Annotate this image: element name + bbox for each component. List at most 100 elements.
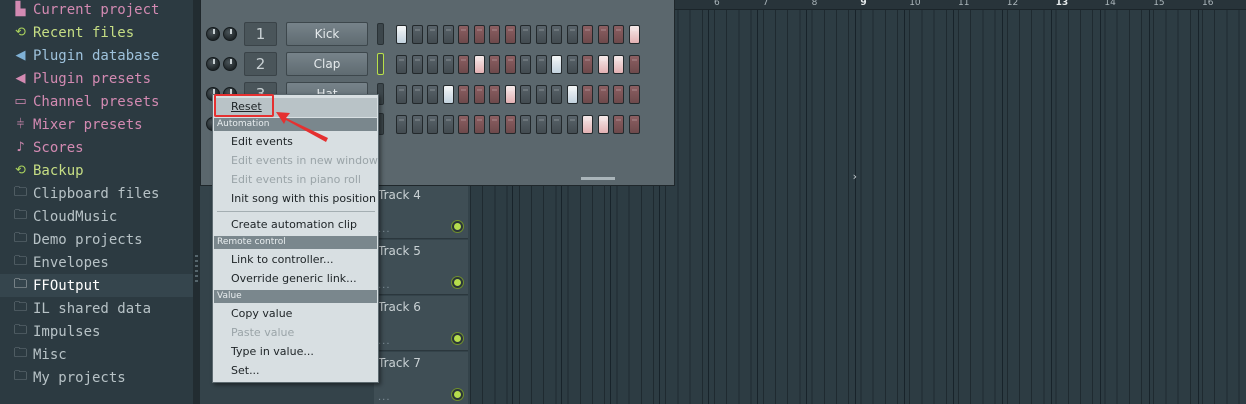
step-button[interactable] (613, 115, 624, 134)
step-button[interactable] (489, 25, 500, 44)
step-button[interactable] (489, 85, 500, 104)
step-button[interactable] (551, 85, 562, 104)
browser-item[interactable]: 🗀 Demo projects (0, 228, 193, 251)
playlist-timeline[interactable]: 6 7 8 9 10 11 12 13 14 15 16 (670, 0, 1246, 10)
browser-item[interactable]: ⟲ Recent files (0, 21, 193, 44)
step-button[interactable] (535, 25, 547, 44)
step-button[interactable] (613, 55, 624, 74)
volume-knob-icon[interactable] (223, 57, 237, 71)
menu-item-type-in-value[interactable]: Type in value... (231, 345, 314, 358)
step-button[interactable] (566, 115, 578, 134)
browser-item[interactable]: ♪ Scores (0, 136, 193, 159)
browser-item[interactable]: 🗀 IL shared data (0, 297, 193, 320)
menu-item-init-song[interactable]: Init song with this position (231, 192, 376, 205)
step-button[interactable] (504, 25, 516, 44)
step-button[interactable] (520, 25, 531, 44)
browser-item[interactable]: ▭ Channel presets (0, 90, 193, 113)
browser-item[interactable]: 🗀 Misc (0, 343, 193, 366)
track-grip[interactable]: ... (378, 336, 391, 347)
step-button[interactable] (597, 55, 609, 74)
panel-splitter[interactable] (193, 0, 200, 404)
step-button[interactable] (551, 25, 562, 44)
step-button[interactable] (628, 85, 640, 104)
step-button[interactable] (442, 55, 454, 74)
browser-item[interactable]: 🗀 CloudMusic (0, 205, 193, 228)
step-button[interactable] (504, 85, 516, 104)
step-button[interactable] (520, 85, 531, 104)
channel-button[interactable]: Kick (286, 22, 368, 46)
menu-item-set[interactable]: Set... (231, 364, 260, 377)
mixer-track-number[interactable]: 2 (244, 52, 277, 76)
step-button[interactable] (396, 115, 407, 134)
step-button[interactable] (473, 55, 485, 74)
splitter-grip[interactable] (195, 255, 198, 285)
channel-select-box[interactable] (377, 53, 384, 75)
step-button[interactable] (427, 25, 438, 44)
browser-item[interactable]: 🗀 Impulses (0, 320, 193, 343)
menu-item-link-to-controller[interactable]: Link to controller... (231, 253, 334, 266)
step-button[interactable] (597, 25, 609, 44)
track-grip[interactable]: ... (378, 224, 391, 235)
step-button[interactable] (458, 55, 469, 74)
menu-item-create-automation-clip[interactable]: Create automation clip (231, 218, 357, 231)
step-button[interactable] (582, 115, 593, 134)
playlist-track-header[interactable]: Track 7... (374, 352, 468, 404)
step-button[interactable] (411, 85, 423, 104)
step-button[interactable] (473, 85, 485, 104)
step-button[interactable] (551, 115, 562, 134)
step-button[interactable] (582, 25, 593, 44)
step-button[interactable] (597, 115, 609, 134)
step-button[interactable] (396, 25, 407, 44)
browser-item[interactable]: ▙ Current project (0, 0, 193, 21)
track-grip[interactable]: ... (378, 392, 391, 403)
step-button[interactable] (582, 85, 593, 104)
step-button[interactable] (442, 85, 454, 104)
rack-scrollbar[interactable]: › (581, 170, 871, 184)
track-grip[interactable]: ... (378, 280, 391, 291)
step-button[interactable] (427, 55, 438, 74)
step-button[interactable] (411, 115, 423, 134)
browser-item[interactable]: ⟲ Backup (0, 159, 193, 182)
step-button[interactable] (535, 55, 547, 74)
track-mute-led[interactable] (452, 389, 463, 400)
step-button[interactable] (628, 115, 640, 134)
step-button[interactable] (396, 85, 407, 104)
step-button[interactable] (504, 115, 516, 134)
step-button[interactable] (597, 85, 609, 104)
pan-knob-icon[interactable] (206, 57, 220, 71)
channel-button[interactable]: Clap (286, 52, 368, 76)
step-button[interactable] (613, 25, 624, 44)
step-button[interactable] (458, 25, 469, 44)
step-button[interactable] (566, 85, 578, 104)
step-button[interactable] (535, 85, 547, 104)
step-button[interactable] (628, 25, 640, 44)
step-button[interactable] (566, 55, 578, 74)
step-button[interactable] (411, 55, 423, 74)
step-button[interactable] (473, 25, 485, 44)
step-button[interactable] (582, 55, 593, 74)
step-button[interactable] (411, 25, 423, 44)
rack-scroll-thumb[interactable] (581, 177, 615, 180)
step-button[interactable] (458, 115, 469, 134)
step-button[interactable] (613, 85, 624, 104)
step-button[interactable] (427, 85, 438, 104)
chevron-right-icon[interactable]: › (853, 170, 857, 183)
browser-item[interactable]: ◀ Plugin database (0, 44, 193, 67)
browser-item[interactable]: ⫩ Mixer presets (0, 113, 193, 136)
step-button[interactable] (504, 55, 516, 74)
step-button[interactable] (489, 115, 500, 134)
step-button[interactable] (535, 115, 547, 134)
browser-item[interactable]: ◀ Plugin presets (0, 67, 193, 90)
browser-item[interactable]: 🗀 My projects (0, 366, 193, 389)
track-mute-led[interactable] (452, 221, 463, 232)
step-button[interactable] (520, 115, 531, 134)
track-mute-led[interactable] (452, 277, 463, 288)
mixer-track-number[interactable]: 1 (244, 22, 277, 46)
step-button[interactable] (458, 85, 469, 104)
track-mute-led[interactable] (452, 333, 463, 344)
browser-item[interactable]: 🗀 FFOutput (0, 274, 193, 297)
step-button[interactable] (427, 115, 438, 134)
step-button[interactable] (442, 115, 454, 134)
step-button[interactable] (396, 55, 407, 74)
step-button[interactable] (551, 55, 562, 74)
